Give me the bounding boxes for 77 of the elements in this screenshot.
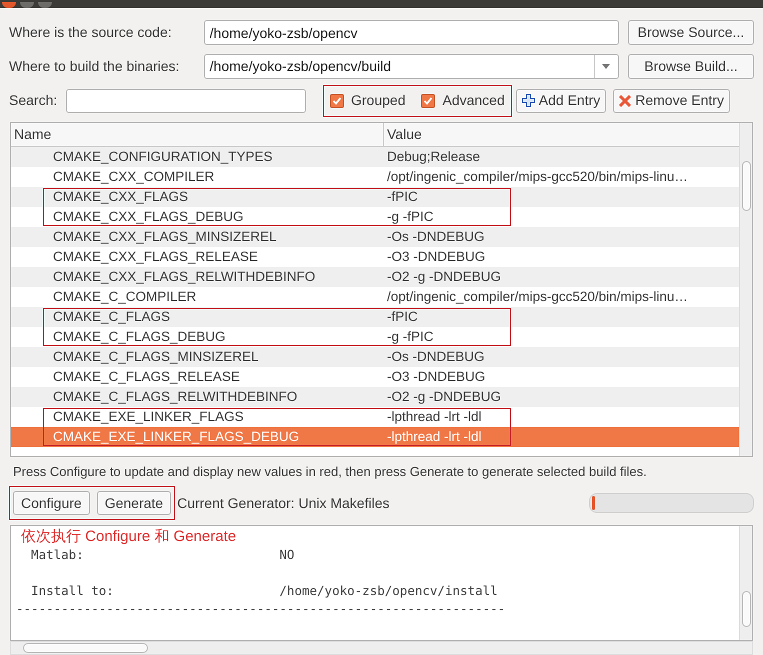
output-scrollbar[interactable] <box>739 526 752 640</box>
variable-name: CMAKE_CXX_FLAGS_RELEASE <box>53 248 258 264</box>
variable-name: CMAKE_CXX_FLAGS_RELWITHDEBINFO <box>53 268 316 284</box>
checkbox-label[interactable]: Advanced <box>442 90 505 111</box>
variable-name: CMAKE_C_FLAGS_MINSIZEREL <box>53 348 259 364</box>
search-label: Search: <box>9 91 58 110</box>
table-row[interactable]: CMAKE_C_COMPILER /opt/ingenic_compiler/mips-gcc520/bin/mips-linu… <box>11 286 739 306</box>
table-row[interactable]: CMAKE_CXX_FLAGS -fPIC <box>11 186 739 206</box>
build-combo[interactable]: /home/yoko-zsb/opencv/build <box>204 54 619 80</box>
action-button[interactable]: Generate <box>96 491 172 516</box>
variable-name: CMAKE_EXE_LINKER_FLAGS <box>53 408 244 424</box>
column-header[interactable]: Name <box>11 122 384 146</box>
variable-name: CMAKE_EXE_LINKER_FLAGS_DEBUG <box>53 428 300 444</box>
browse-build-button[interactable]: Browse Build... <box>628 54 754 80</box>
variable-value: -lpthread -lrt -ldl <box>387 408 482 424</box>
variable-name: CMAKE_CONFIGURATION_TYPES <box>53 148 273 164</box>
variable-name: CMAKE_CXX_FLAGS_MINSIZEREL <box>53 228 277 244</box>
table-row[interactable]: CMAKE_EXE_LINKER_FLAGS -lpthread -lrt -ldl <box>11 406 739 426</box>
checkbox-label[interactable]: Grouped <box>351 90 406 111</box>
variable-name: CMAKE_C_FLAGS_RELEASE <box>53 368 240 384</box>
build-value: /home/yoko-zsb/opencv/build <box>208 57 392 76</box>
table-row[interactable]: CMAKE_C_FLAGS_DEBUG -g -fPIC <box>11 326 739 346</box>
variable-name: CMAKE_C_COMPILER <box>53 288 196 304</box>
browse-source-button[interactable]: Browse Source... <box>628 20 754 46</box>
variable-name: CMAKE_C_FLAGS_DEBUG <box>53 328 226 344</box>
table-row[interactable]: CMAKE_CONFIGURATION_TYPES Debug;Release <box>11 146 739 166</box>
variable-name: CMAKE_CXX_FLAGS_DEBUG <box>53 208 244 224</box>
remove-entry-button[interactable]: Remove Entry <box>613 88 730 112</box>
variable-name: CMAKE_C_FLAGS <box>53 308 170 324</box>
checkbox[interactable] <box>330 94 344 108</box>
action-button[interactable]: Configure <box>13 491 90 516</box>
vertical-scrollbar[interactable] <box>739 122 752 456</box>
table-row[interactable]: CMAKE_CXX_COMPILER /opt/ingenic_compiler/mips-gcc520/bin/mips-linu… <box>11 166 739 186</box>
source-label: Where is the source code: <box>9 23 173 42</box>
plus-icon <box>522 94 535 107</box>
annotation-note: 依次执行 Configure 和 Generate <box>20 528 238 546</box>
variable-value: -O3 -DNDEBUG <box>387 248 486 264</box>
variable-name: CMAKE_CXX_COMPILER <box>53 168 214 184</box>
add-entry-button[interactable]: Add Entry <box>516 88 606 112</box>
search-field[interactable] <box>66 88 306 112</box>
table-row[interactable]: CMAKE_CXX_FLAGS_RELWITHDEBINFO -O2 -g -DNDEBUG <box>11 266 739 286</box>
table-row[interactable]: CMAKE_C_FLAGS -fPIC <box>11 306 739 326</box>
generator-label: Current Generator: Unix Makefiles <box>177 494 390 513</box>
variable-value: -O2 -g -DNDEBUG <box>387 268 502 284</box>
variable-value: -lpthread -lrt -ldl <box>387 428 482 444</box>
maximize-icon[interactable] <box>38 2 52 8</box>
variable-value: -Os -DNDEBUG <box>387 228 484 244</box>
table-row[interactable]: CMAKE_C_FLAGS_RELWITHDEBINFO -O2 -g -DNDEBUG <box>11 386 739 406</box>
output-line: ----------------------------------------------------------------- <box>16 600 506 618</box>
variable-name: CMAKE_C_FLAGS_RELWITHDEBINFO <box>53 388 298 404</box>
variable-value: /opt/ingenic_compiler/mips-gcc520/bin/mips-linu… <box>387 168 688 184</box>
remove-icon <box>619 94 632 106</box>
variable-value: /opt/ingenic_compiler/mips-gcc520/bin/mips-linu… <box>387 288 688 304</box>
status-message: Press Configure to update and display new values in red, then press Generate to generate selected build files. <box>13 462 648 481</box>
horizontal-scrollbar[interactable] <box>10 641 753 655</box>
table-row[interactable]: CMAKE_CXX_FLAGS_RELEASE -O3 -DNDEBUG <box>11 246 739 266</box>
output-line: Install to: /home/yoko-zsb/opencv/install <box>30 582 499 600</box>
variable-value: -Os -DNDEBUG <box>387 348 484 364</box>
build-label: Where to build the binaries: <box>9 57 180 76</box>
output-line: Matlab: NO <box>30 546 296 564</box>
variable-value: -fPIC <box>387 188 418 204</box>
minimize-icon[interactable] <box>20 2 34 8</box>
table-row[interactable]: CMAKE_CXX_FLAGS_MINSIZEREL -Os -DNDEBUG <box>11 226 739 246</box>
variable-value: -g -fPIC <box>387 328 434 344</box>
table-row[interactable]: CMAKE_C_FLAGS_RELEASE -O3 -DNDEBUG <box>11 366 739 386</box>
variable-value: -O3 -DNDEBUG <box>387 368 486 384</box>
table-row[interactable]: CMAKE_CXX_FLAGS_DEBUG -g -fPIC <box>11 206 739 226</box>
close-icon[interactable] <box>2 2 16 8</box>
variable-value: -g -fPIC <box>387 208 434 224</box>
table-row[interactable]: CMAKE_C_FLAGS_MINSIZEREL -Os -DNDEBUG <box>11 346 739 366</box>
variable-value: -fPIC <box>387 308 418 324</box>
column-header[interactable]: Value <box>384 122 739 146</box>
variable-value: Debug;Release <box>387 148 480 164</box>
variable-name: CMAKE_CXX_FLAGS <box>53 188 188 204</box>
checkbox[interactable] <box>421 94 436 108</box>
source-field[interactable]: /home/yoko-zsb/opencv <box>204 20 619 46</box>
variable-value: -O2 -g -DNDEBUG <box>387 388 502 404</box>
